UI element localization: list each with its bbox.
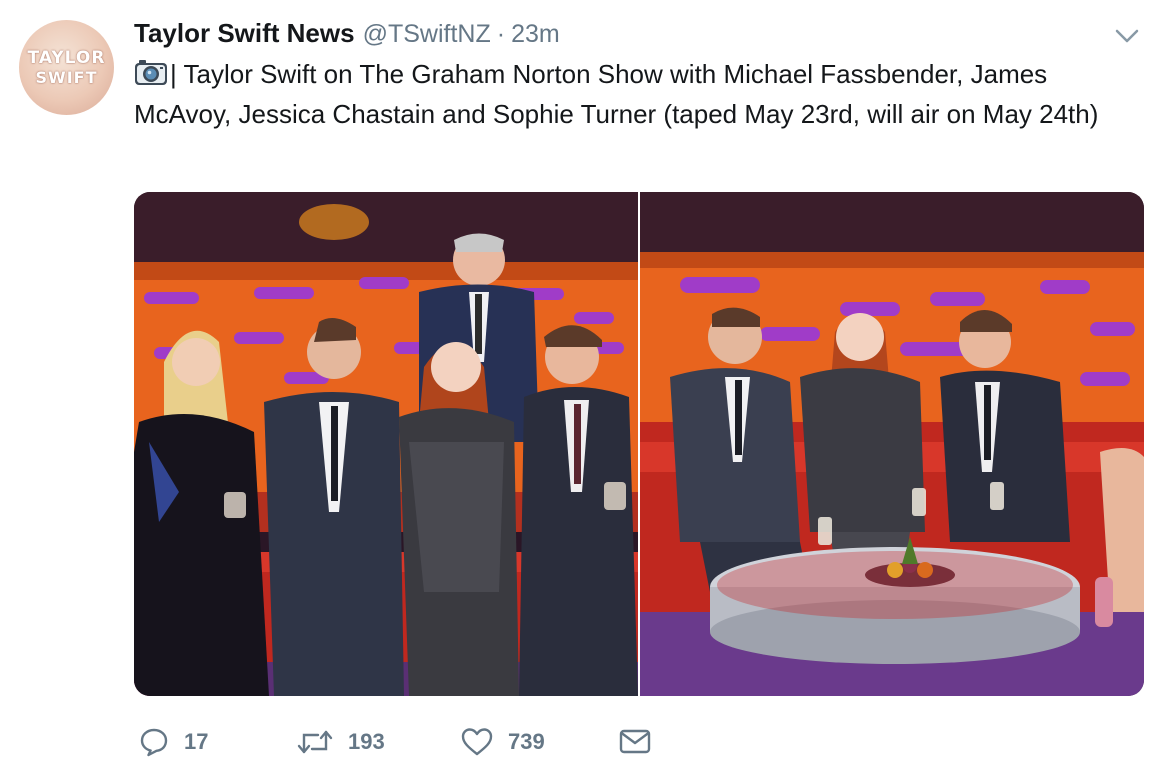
reply-count: 17 [184, 729, 209, 754]
photo-right-image [640, 192, 1144, 696]
media-grid [134, 192, 1144, 696]
camera-icon [135, 60, 167, 85]
author-handle[interactable]: @TSwiftNZ [363, 20, 491, 49]
tweet-text: | Taylor Swift on The Graham Norton Show… [134, 59, 1099, 129]
tweet-header: Taylor Swift News @TSwiftNZ · 23m [134, 18, 560, 48]
heart-icon [461, 728, 493, 756]
like-button[interactable]: 739 [460, 724, 545, 760]
reply-button[interactable]: 17 [138, 724, 208, 760]
avatar[interactable]: TAYLOR SWIFT [19, 20, 114, 115]
photo-right[interactable] [640, 192, 1144, 696]
reply-icon [140, 728, 168, 757]
retweet-button[interactable]: 193 [296, 724, 385, 760]
photo-left[interactable] [134, 192, 638, 696]
separator-dot: · [496, 20, 506, 48]
retweet-count: 193 [348, 729, 385, 754]
chevron-down-icon[interactable] [1114, 26, 1140, 46]
author-name[interactable]: Taylor Swift News [134, 18, 355, 49]
like-count: 739 [508, 729, 545, 754]
avatar-text-line2: SWIFT [35, 67, 98, 87]
tweet-actions: 17 193 739 [134, 724, 654, 760]
photo-left-image [134, 192, 638, 696]
envelope-icon [619, 729, 651, 754]
tweet-body: | Taylor Swift on The Graham Norton Show… [134, 54, 1144, 134]
direct-message-button[interactable] [618, 724, 652, 760]
retweet-icon [297, 730, 333, 754]
timestamp[interactable]: 23m [511, 20, 560, 49]
avatar-text-line1: TAYLOR [27, 47, 106, 68]
